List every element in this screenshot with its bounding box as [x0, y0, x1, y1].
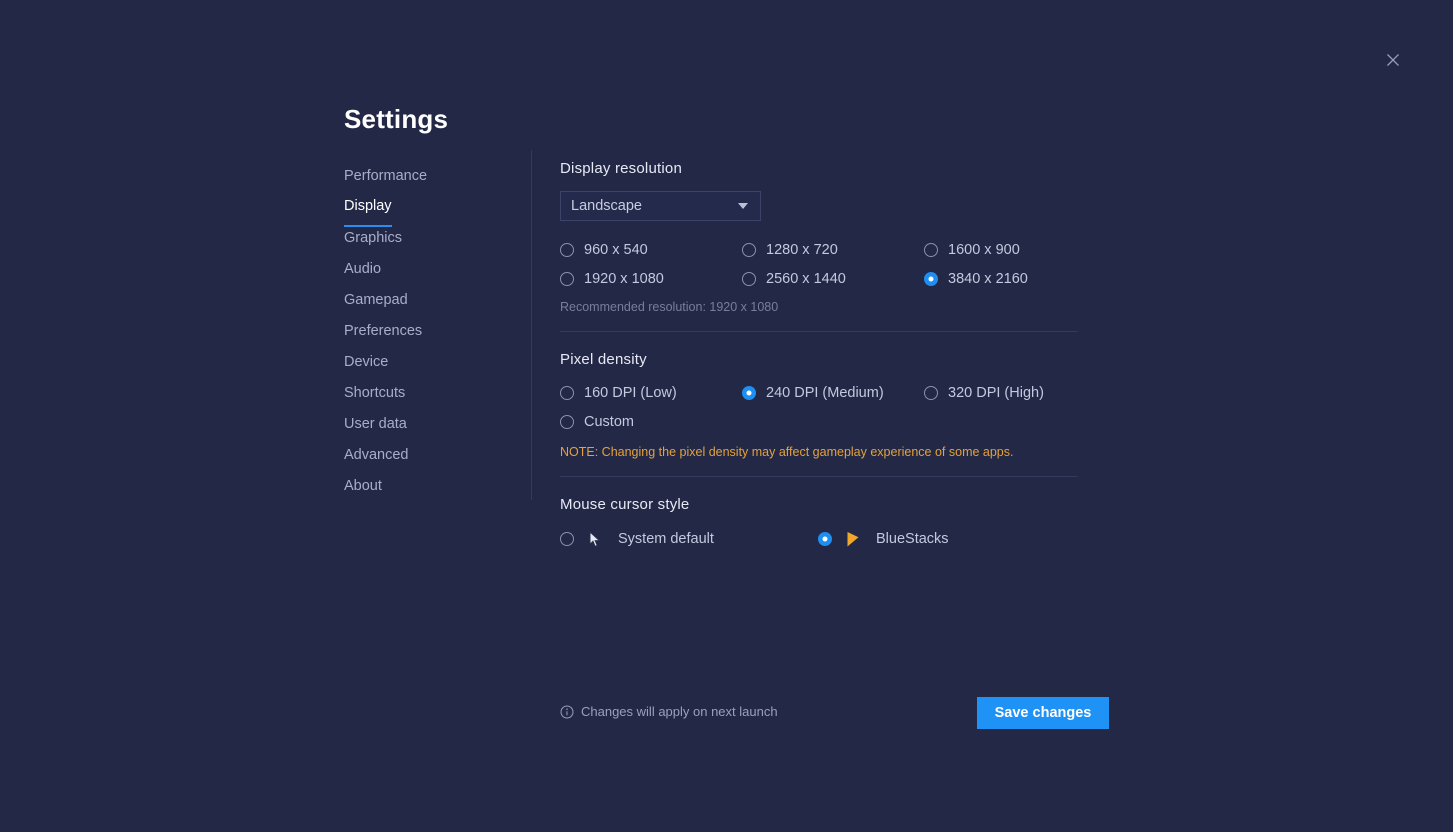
sidebar-divider: [531, 150, 532, 500]
resolution-options: 960 x 540 1280 x 720 1600 x 900 1920 x 1…: [560, 239, 1080, 289]
cursor-option-bluestacks[interactable]: BlueStacks: [818, 527, 1080, 551]
mouse-cursor-style-title: Mouse cursor style: [560, 496, 690, 513]
sidebar-item-performance[interactable]: Performance: [344, 165, 427, 196]
system-cursor-icon: [584, 530, 606, 548]
dpi-option-240[interactable]: 240 DPI (Medium): [742, 382, 924, 403]
settings-content: Display resolution Landscape 960 x 540 1…: [560, 160, 1080, 551]
cursor-label: BlueStacks: [876, 531, 949, 547]
cursor-option-system-default[interactable]: System default: [560, 527, 818, 551]
radio-3840x2160[interactable]: [924, 271, 938, 286]
dpi-option-custom[interactable]: Custom: [560, 411, 742, 432]
dpi-label: 240 DPI (Medium): [766, 384, 884, 401]
orientation-dropdown[interactable]: Landscape: [560, 191, 761, 221]
bluestacks-cursor-icon: [842, 531, 864, 548]
chevron-down-icon: [738, 203, 748, 209]
mouse-cursor-style-section: Mouse cursor style System default BlueSt…: [560, 496, 1080, 551]
cursor-label: System default: [618, 531, 714, 547]
dpi-label: 320 DPI (High): [948, 384, 1044, 401]
cursor-options: System default BlueStacks: [560, 527, 1080, 551]
footer-note-text: Changes will apply on next launch: [581, 704, 778, 719]
close-button[interactable]: [1379, 46, 1407, 74]
radio-bluestacks-cursor[interactable]: [818, 532, 832, 546]
sidebar-item-graphics[interactable]: Graphics: [344, 227, 402, 258]
dpi-label: Custom: [584, 413, 634, 430]
radio-1920x1080[interactable]: [560, 271, 574, 286]
resolution-option-1280x720[interactable]: 1280 x 720: [742, 239, 924, 260]
dpi-label: 160 DPI (Low): [584, 384, 677, 401]
sidebar-item-audio[interactable]: Audio: [344, 258, 381, 289]
sidebar-item-device[interactable]: Device: [344, 351, 388, 382]
sidebar-item-gamepad[interactable]: Gamepad: [344, 289, 408, 320]
resolution-label: 3840 x 2160: [948, 270, 1028, 287]
radio-custom-dpi[interactable]: [560, 414, 574, 429]
sidebar-item-user-data[interactable]: User data: [344, 413, 407, 444]
radio-1600x900[interactable]: [924, 242, 938, 257]
display-resolution-section: Display resolution Landscape 960 x 540 1…: [560, 160, 1080, 314]
sidebar-item-shortcuts[interactable]: Shortcuts: [344, 382, 405, 413]
recommended-resolution-hint: Recommended resolution: 1920 x 1080: [560, 300, 779, 314]
resolution-label: 960 x 540: [584, 241, 648, 258]
sidebar-item-display[interactable]: Display: [344, 196, 392, 227]
resolution-option-1920x1080[interactable]: 1920 x 1080: [560, 268, 742, 289]
resolution-option-3840x2160[interactable]: 3840 x 2160: [924, 268, 1080, 289]
pixel-density-note: NOTE: Changing the pixel density may aff…: [560, 445, 1014, 459]
save-changes-button[interactable]: Save changes: [977, 697, 1109, 729]
footer-note: Changes will apply on next launch: [560, 704, 778, 719]
sidebar-item-advanced[interactable]: Advanced: [344, 444, 409, 475]
section-divider-1: [560, 331, 1078, 332]
orientation-dropdown-value: Landscape: [571, 198, 642, 214]
dpi-option-160[interactable]: 160 DPI (Low): [560, 382, 742, 403]
resolution-option-960x540[interactable]: 960 x 540: [560, 239, 742, 260]
radio-960x540[interactable]: [560, 242, 574, 257]
radio-2560x1440[interactable]: [742, 271, 756, 286]
close-icon: [1387, 54, 1399, 66]
radio-320-dpi[interactable]: [924, 385, 938, 400]
radio-system-default-cursor[interactable]: [560, 532, 574, 546]
resolution-option-1600x900[interactable]: 1600 x 900: [924, 239, 1080, 260]
pixel-density-title: Pixel density: [560, 351, 647, 368]
sidebar-item-about[interactable]: About: [344, 475, 382, 506]
page-title: Settings: [344, 104, 449, 134]
pixel-density-options: 160 DPI (Low) 240 DPI (Medium) 320 DPI (…: [560, 382, 1080, 432]
pixel-density-section: Pixel density 160 DPI (Low) 240 DPI (Med…: [560, 351, 1080, 459]
settings-sidebar: Performance Display Graphics Audio Gamep…: [344, 165, 514, 506]
radio-1280x720[interactable]: [742, 242, 756, 257]
resolution-label: 1920 x 1080: [584, 270, 664, 287]
resolution-label: 2560 x 1440: [766, 270, 846, 287]
resolution-label: 1280 x 720: [766, 241, 838, 258]
info-icon: [560, 705, 574, 718]
settings-window: Settings Performance Display Graphics Au…: [0, 0, 1453, 832]
dpi-option-320[interactable]: 320 DPI (High): [924, 382, 1080, 403]
section-divider-2: [560, 476, 1078, 477]
display-resolution-title: Display resolution: [560, 160, 682, 177]
sidebar-item-preferences[interactable]: Preferences: [344, 320, 422, 351]
resolution-option-2560x1440[interactable]: 2560 x 1440: [742, 268, 924, 289]
radio-240-dpi[interactable]: [742, 385, 756, 400]
radio-160-dpi[interactable]: [560, 385, 574, 400]
resolution-label: 1600 x 900: [948, 241, 1020, 258]
